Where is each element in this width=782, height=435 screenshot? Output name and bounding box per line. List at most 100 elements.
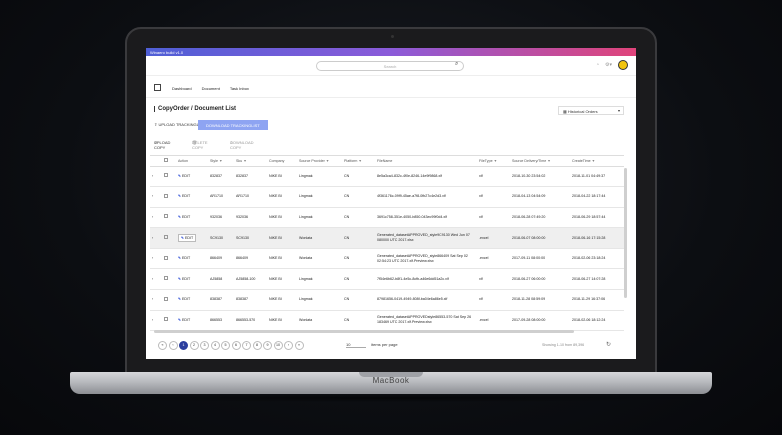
page-button[interactable]: 2 — [189, 340, 199, 350]
delete-copy-label: DELETE COPY — [192, 140, 208, 150]
cell-file: Generated_datasetAPPROVED_style9C9130 We… — [375, 227, 477, 249]
breadcrumb-parent[interactable]: CopyOrder — [158, 106, 189, 112]
expand-cell[interactable]: › — [150, 268, 162, 291]
historical-orders-select[interactable]: ▦ Historical Orders ▾ — [558, 106, 624, 115]
filter-icon[interactable]: ▼ — [218, 159, 223, 163]
cell-style: 932036 — [208, 207, 234, 229]
filter-icon[interactable]: ▼ — [242, 159, 247, 163]
nav-item-dashboard[interactable]: Dashboard — [172, 86, 192, 91]
edit-button[interactable]: ✎ EDIT — [178, 277, 190, 281]
checkbox-cell[interactable] — [162, 186, 176, 208]
table-row[interactable]: › ✎ EDIT 866553 866553-570 NIKE BI Wonlata CN G… — [150, 310, 624, 332]
row-checkbox[interactable] — [164, 214, 168, 219]
chevron-right-icon[interactable]: › — [152, 194, 153, 198]
table-row[interactable]: › ✎ EDIT AJ5858 AJ5858-100 NIKE BI Lingmak CN 7… — [150, 268, 624, 291]
refresh-icon[interactable]: ↻ — [606, 341, 611, 348]
select-all-checkbox[interactable] — [164, 158, 168, 163]
page-button[interactable]: 4 — [210, 340, 220, 350]
column-header-label: FileName — [377, 158, 393, 163]
edit-button[interactable]: ✎ EDIT — [178, 174, 190, 178]
expand-cell[interactable]: › — [150, 227, 162, 249]
app-logo-icon[interactable] — [154, 84, 161, 91]
chevron-right-icon[interactable]: › — [152, 277, 153, 281]
edit-button[interactable]: ✎ EDIT — [178, 256, 190, 260]
edit-button[interactable]: ✎ EDIT — [178, 194, 190, 198]
expand-cell[interactable]: › — [150, 248, 162, 270]
cell-file: Generated_datasetAPPROVEDstyle86553-570 … — [375, 310, 477, 332]
expand-cell[interactable]: › — [150, 186, 162, 208]
vertical-scrollbar[interactable] — [624, 168, 627, 298]
table-row[interactable]: › ✎ EDIT 866409 866409 NIKE BI Wonlata CN Gener… — [150, 248, 624, 270]
row-checkbox[interactable] — [164, 255, 168, 260]
cell-delivery: 2018-06-27 06:00:00 — [510, 268, 570, 291]
edit-button[interactable]: ✎ EDIT — [178, 233, 197, 242]
checkbox-cell[interactable] — [162, 248, 176, 270]
breadcrumb-separator: / — [191, 106, 193, 112]
column-header-label: Company — [269, 158, 285, 163]
expand-cell[interactable]: › — [150, 166, 162, 188]
row-checkbox[interactable] — [164, 173, 168, 178]
table-row[interactable]: › ✎ EDIT SC9130 SC9130 NIKE BI Wonlata CN Gener… — [150, 227, 624, 249]
table-row[interactable]: › ✎ EDIT 832837 832837 NIKE BI Lingmak CN 8e5a3… — [150, 166, 624, 188]
nav-item-document[interactable]: Document — [202, 86, 220, 91]
column-header: Style ▼ — [208, 156, 234, 167]
cell-create: 2018-11-01 04:49:37 — [570, 166, 624, 188]
last-page-icon[interactable]: » — [294, 340, 304, 350]
edit-button[interactable]: ✎ EDIT — [178, 215, 190, 219]
checkbox-cell[interactable] — [162, 207, 176, 229]
chevron-right-icon[interactable]: › — [152, 256, 153, 260]
page-button[interactable]: 6 — [231, 340, 241, 350]
horizontal-scrollbar[interactable] — [154, 330, 574, 333]
filter-icon[interactable]: ▼ — [325, 159, 330, 163]
table-row[interactable]: › ✎ EDIT 932036 932036 NIKE BI Lingmak CN 3691c… — [150, 207, 624, 229]
row-checkbox[interactable] — [164, 296, 168, 301]
next-page-icon[interactable]: › — [284, 340, 293, 350]
action-cell: ✎ EDIT — [176, 166, 208, 188]
page-button[interactable]: 9 — [263, 340, 272, 350]
edit-button[interactable]: ✎ EDIT — [178, 297, 190, 301]
prev-page-icon[interactable]: ‹ — [168, 340, 178, 350]
checkbox-cell[interactable] — [162, 310, 176, 332]
page-button[interactable]: 5 — [221, 340, 230, 350]
row-checkbox[interactable] — [164, 276, 168, 281]
checkbox-cell[interactable] — [162, 289, 176, 311]
chevron-right-icon[interactable]: › — [152, 215, 153, 219]
first-page-icon[interactable]: « — [158, 340, 167, 350]
filter-icon[interactable]: ▼ — [546, 159, 551, 163]
chevron-right-icon[interactable]: › — [152, 297, 153, 301]
filter-icon[interactable]: ▼ — [591, 159, 596, 163]
expand-cell[interactable]: › — [150, 310, 162, 332]
page-button[interactable]: 8 — [252, 340, 262, 350]
column-header[interactable] — [162, 156, 176, 167]
nav-item-task-inbox[interactable]: Task Inbox — [230, 86, 249, 91]
search-input[interactable]: Search — [316, 61, 464, 71]
row-checkbox[interactable] — [164, 317, 168, 322]
download-trackinglist-button[interactable]: DOWNLOAD TRACKINGLIST — [198, 120, 268, 130]
page-button[interactable]: 7 — [242, 340, 251, 350]
page-button[interactable]: 3 — [200, 340, 209, 350]
cell-file: 7f54e6b62-b8f1-4e5c-8cfb-a46e6dd51a2c.xl… — [375, 268, 477, 291]
checkbox-cell[interactable] — [162, 166, 176, 188]
chevron-right-icon[interactable]: › — [152, 236, 153, 240]
avatar[interactable] — [618, 60, 628, 70]
page-button[interactable]: 1 — [179, 340, 188, 350]
expand-cell[interactable]: › — [150, 289, 162, 311]
page-button[interactable]: 10 — [273, 340, 283, 350]
filter-icon[interactable]: ▼ — [357, 159, 362, 163]
settings-icon[interactable]: ⚙▾ — [605, 62, 612, 68]
table-row[interactable]: › ✎ EDIT 838387 838387 NIKE BI Lingmak CN 87981… — [150, 289, 624, 311]
chevron-right-icon[interactable]: › — [152, 174, 153, 178]
search-icon[interactable]: ⌕ — [455, 61, 458, 68]
expand-cell[interactable]: › — [150, 207, 162, 229]
checkbox-cell[interactable] — [162, 227, 176, 249]
row-checkbox[interactable] — [164, 193, 168, 198]
per-page-select[interactable]: 10 — [346, 342, 366, 348]
notification-icon[interactable]: ◔ — [596, 62, 599, 68]
filter-icon[interactable]: ▼ — [493, 159, 498, 163]
tracking-actions: ⇪ UPLOAD TRACKINGLIST DOWNLOAD TRACKINGL… — [146, 120, 636, 134]
checkbox-cell[interactable] — [162, 268, 176, 291]
table-row[interactable]: › ✎ EDIT AR1710 AR1710 NIKE BI Lingmak CN 4f361… — [150, 186, 624, 208]
edit-button[interactable]: ✎ EDIT — [178, 318, 190, 322]
row-checkbox[interactable] — [164, 235, 168, 240]
chevron-right-icon[interactable]: › — [152, 318, 153, 322]
